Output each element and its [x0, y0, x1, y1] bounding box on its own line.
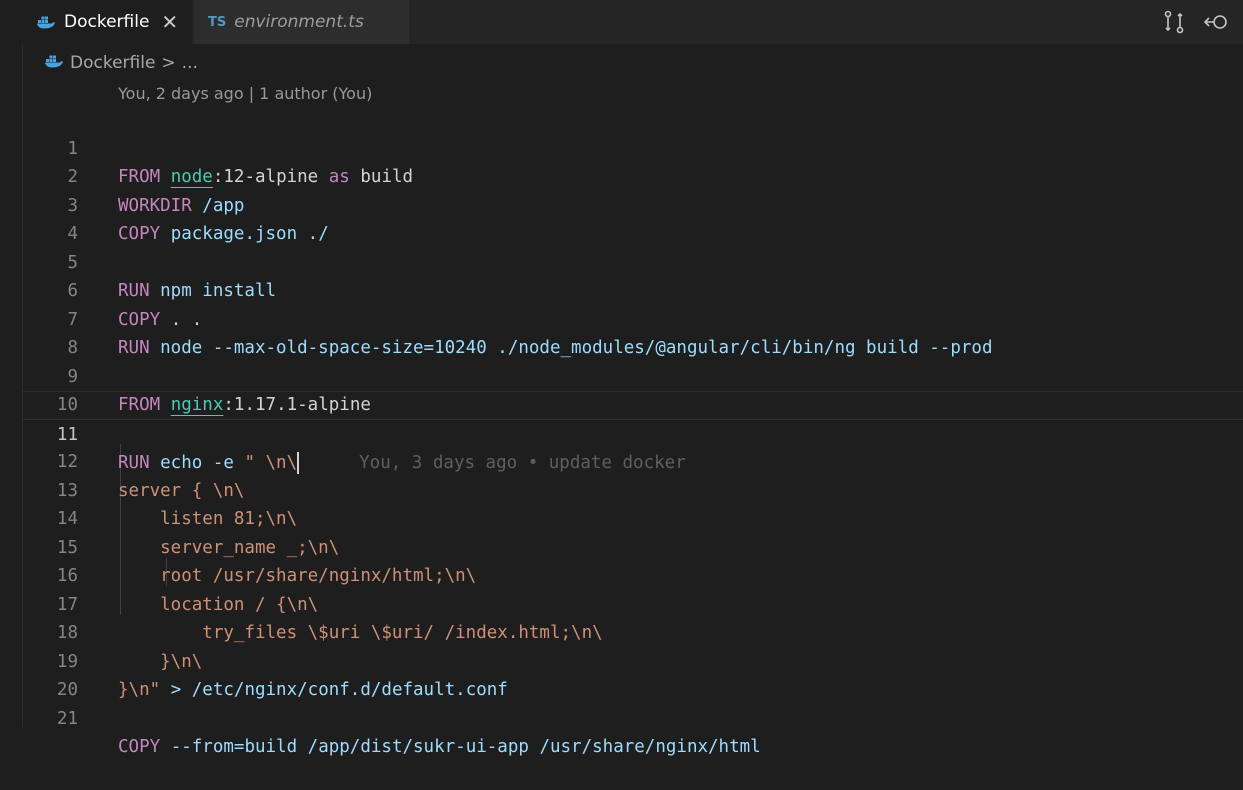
close-icon[interactable]: ✕ — [161, 10, 178, 34]
token: --from=build /app/dist/sukr-ui-app /usr/… — [160, 737, 761, 757]
breadcrumb-separator: > — [161, 53, 176, 73]
code-line[interactable]: 21 COPY --from=build /app/dist/sukr-ui-a… — [22, 676, 1243, 758]
docker-icon — [36, 15, 56, 29]
editor-actions — [1163, 0, 1229, 44]
code-line[interactable]: 15 root /usr/share/nginx/html;\n\ — [22, 505, 1243, 587]
code-line[interactable]: 13 listen 81;\n\ — [22, 448, 1243, 530]
tab-label: Dockerfile — [64, 12, 150, 32]
code-line[interactable]: 12 server { \n\ — [22, 420, 1243, 501]
code-line[interactable]: 4 — [22, 192, 1243, 244]
breadcrumb-file[interactable]: Dockerfile — [70, 53, 155, 73]
code-line[interactable]: 17 try_files \$uri \$uri/ /index.html;\n… — [22, 562, 1243, 644]
code-line-current[interactable]: 11 RUN echo -e " \n\ You, 3 days ago • up… — [22, 391, 1243, 474]
go-back-icon[interactable] — [1203, 12, 1229, 32]
tab-bar: Dockerfile ✕ TS environment.ts — [22, 0, 1243, 44]
code-line[interactable]: 2 WORKDIR /app — [22, 135, 1243, 216]
breadcrumb: Dockerfile > ... — [44, 50, 198, 76]
code-line[interactable]: 20 — [22, 648, 1243, 700]
code-line[interactable]: 16 location / {\n\ — [22, 534, 1243, 615]
code-line[interactable]: 1 FROM node:12-alpine as build — [22, 106, 1243, 188]
code-line[interactable]: 8 — [22, 306, 1243, 358]
code-editor[interactable]: You, 2 days ago | 1 author (You) 1 FROM … — [22, 80, 1243, 758]
code-line[interactable]: 5 RUN npm install — [22, 220, 1243, 302]
code-line[interactable]: 9 FROM nginx:1.17.1-alpine — [22, 334, 1243, 416]
code-line[interactable]: 18 }\n\ — [22, 591, 1243, 672]
git-compare-icon[interactable] — [1163, 10, 1185, 34]
code-line[interactable]: 7 RUN node --max-old-space-size=10240 ./… — [22, 277, 1243, 359]
docker-icon — [44, 53, 64, 73]
token: COPY — [118, 737, 161, 757]
tab-dockerfile[interactable]: Dockerfile ✕ — [22, 0, 192, 44]
code-line[interactable]: 3 COPY package.json ./ — [22, 163, 1243, 245]
code-line[interactable]: 19 }\n" > /etc/nginx/conf.d/default.conf — [22, 619, 1243, 701]
activity-strip — [0, 0, 23, 727]
breadcrumb-more[interactable]: ... — [182, 53, 198, 73]
code-line[interactable]: 10 — [22, 363, 1243, 415]
code-line[interactable]: 14 server_name _;\n\ — [22, 477, 1243, 558]
line-number: 21 — [56, 708, 78, 729]
codelens-authors[interactable]: You, 2 days ago | 1 author (You) — [118, 84, 372, 103]
code-line[interactable]: 6 COPY . . — [22, 249, 1243, 330]
tab-environment-ts[interactable]: TS environment.ts — [194, 0, 409, 44]
tab-label: environment.ts — [234, 12, 364, 32]
ts-icon: TS — [208, 14, 227, 30]
